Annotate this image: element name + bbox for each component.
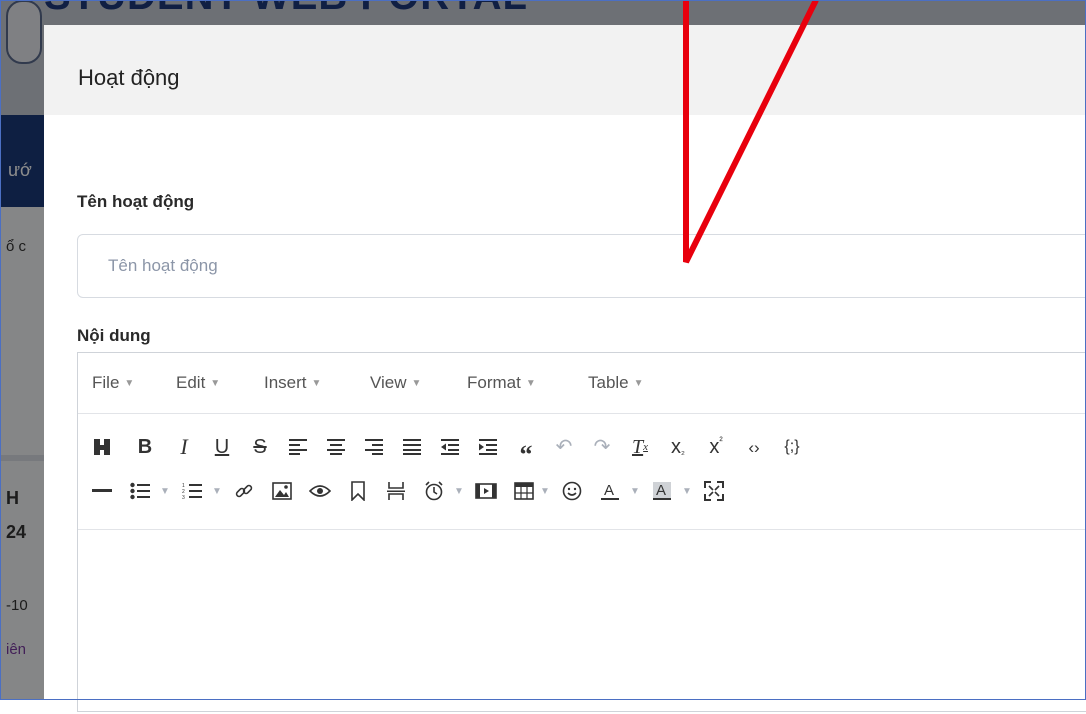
undo-icon[interactable]: ↶ xyxy=(550,432,578,462)
menu-label: Table xyxy=(588,373,629,392)
chevron-down-icon[interactable]: ▼ xyxy=(680,476,694,506)
align-justify-icon[interactable] xyxy=(398,432,426,462)
menu-edit[interactable]: Edit ▼ xyxy=(176,373,220,393)
activity-name-field[interactable] xyxy=(77,234,1086,298)
content-label: Nội dung xyxy=(77,326,151,345)
media-icon[interactable] xyxy=(472,476,500,506)
emoticon-icon[interactable] xyxy=(558,476,586,506)
text-color-icon[interactable]: A xyxy=(596,476,624,506)
blockquote-icon[interactable]: “ xyxy=(512,432,540,470)
bullet-list-icon[interactable] xyxy=(126,476,154,506)
menu-label: View xyxy=(370,373,407,392)
image-icon[interactable] xyxy=(268,476,296,506)
outdent-icon[interactable] xyxy=(436,432,464,462)
editor-menubar: File ▼ Edit ▼ Insert ▼ View ▼ Format ▼ Table ▼ xyxy=(78,353,1086,414)
chevron-down-icon: ▼ xyxy=(525,378,536,390)
chevron-down-icon: ▼ xyxy=(124,378,135,390)
subscript-icon[interactable]: x₂ xyxy=(664,432,692,462)
svg-text:A: A xyxy=(604,482,614,499)
numbered-list-icon[interactable]: 123 xyxy=(178,476,206,506)
chevron-down-icon[interactable]: ▼ xyxy=(158,476,172,506)
menu-label: Edit xyxy=(176,373,206,392)
italic-icon[interactable]: I xyxy=(170,432,198,462)
fullscreen-icon[interactable] xyxy=(700,476,728,506)
activity-name-label: Tên hoạt động xyxy=(77,192,195,211)
bookmark-icon[interactable] xyxy=(344,476,372,506)
modal-title: Hoạt động xyxy=(78,65,180,90)
code-icon[interactable]: ‹› xyxy=(740,432,768,462)
background-color-icon[interactable]: A xyxy=(648,476,676,506)
underline-icon[interactable]: U xyxy=(208,432,236,462)
bold-icon[interactable]: B xyxy=(131,432,159,462)
preview-icon[interactable] xyxy=(306,476,334,506)
chevron-down-icon[interactable]: ▼ xyxy=(628,476,642,506)
link-icon[interactable] xyxy=(230,476,258,506)
editor-toolbar-row-2: ▼ 123 ▼ ▼ ▼ A ▼ A ▼ xyxy=(78,476,1086,518)
indent-icon[interactable] xyxy=(474,432,502,462)
clear-format-icon[interactable]: Tx xyxy=(626,432,654,462)
align-center-icon[interactable] xyxy=(322,432,350,462)
menu-format[interactable]: Format ▼ xyxy=(467,373,536,393)
superscript-icon[interactable]: x² xyxy=(702,432,730,462)
menu-insert[interactable]: Insert ▼ xyxy=(264,373,321,393)
align-left-icon[interactable] xyxy=(284,432,312,462)
horizontal-rule-icon[interactable] xyxy=(88,476,116,506)
menu-file[interactable]: File ▼ xyxy=(92,373,134,393)
page-break-icon[interactable] xyxy=(382,476,410,506)
find-replace-icon[interactable] xyxy=(88,432,116,462)
align-right-icon[interactable] xyxy=(360,432,388,462)
modal-header: Hoạt động xyxy=(44,25,1086,115)
menu-label: Format xyxy=(467,373,521,392)
chevron-down-icon: ▼ xyxy=(633,378,644,390)
redo-icon[interactable]: ↷ xyxy=(588,432,616,462)
editor-toolbar-row-1: B I U S “ ↶ ↷ Tx x ₂ x ² ‹› {;} xyxy=(78,432,1086,474)
chevron-down-icon[interactable]: ▼ xyxy=(452,476,466,506)
activity-modal: Hoạt động Tên hoạt động Nội dung File ▼ E… xyxy=(44,25,1086,712)
chevron-down-icon: ▼ xyxy=(311,378,322,390)
chevron-down-icon: ▼ xyxy=(411,378,422,390)
code-sample-icon[interactable]: {;} xyxy=(778,432,806,462)
menu-view[interactable]: View ▼ xyxy=(370,373,421,393)
table-icon[interactable] xyxy=(510,476,538,506)
insert-datetime-icon[interactable] xyxy=(420,476,448,506)
editor-content-area[interactable] xyxy=(78,529,1086,714)
menu-label: Insert xyxy=(264,373,307,392)
menu-label: File xyxy=(92,373,120,392)
chevron-down-icon: ▼ xyxy=(210,378,221,390)
svg-text:3: 3 xyxy=(182,495,185,500)
strikethrough-icon[interactable]: S xyxy=(246,432,274,462)
rich-text-editor: File ▼ Edit ▼ Insert ▼ View ▼ Format ▼ Table ▼… xyxy=(77,352,1086,712)
chevron-down-icon[interactable]: ▼ xyxy=(210,476,224,506)
menu-table[interactable]: Table ▼ xyxy=(588,373,644,393)
svg-text:A: A xyxy=(656,482,666,499)
activity-name-input[interactable] xyxy=(78,235,1086,297)
chevron-down-icon[interactable]: ▼ xyxy=(538,476,552,506)
